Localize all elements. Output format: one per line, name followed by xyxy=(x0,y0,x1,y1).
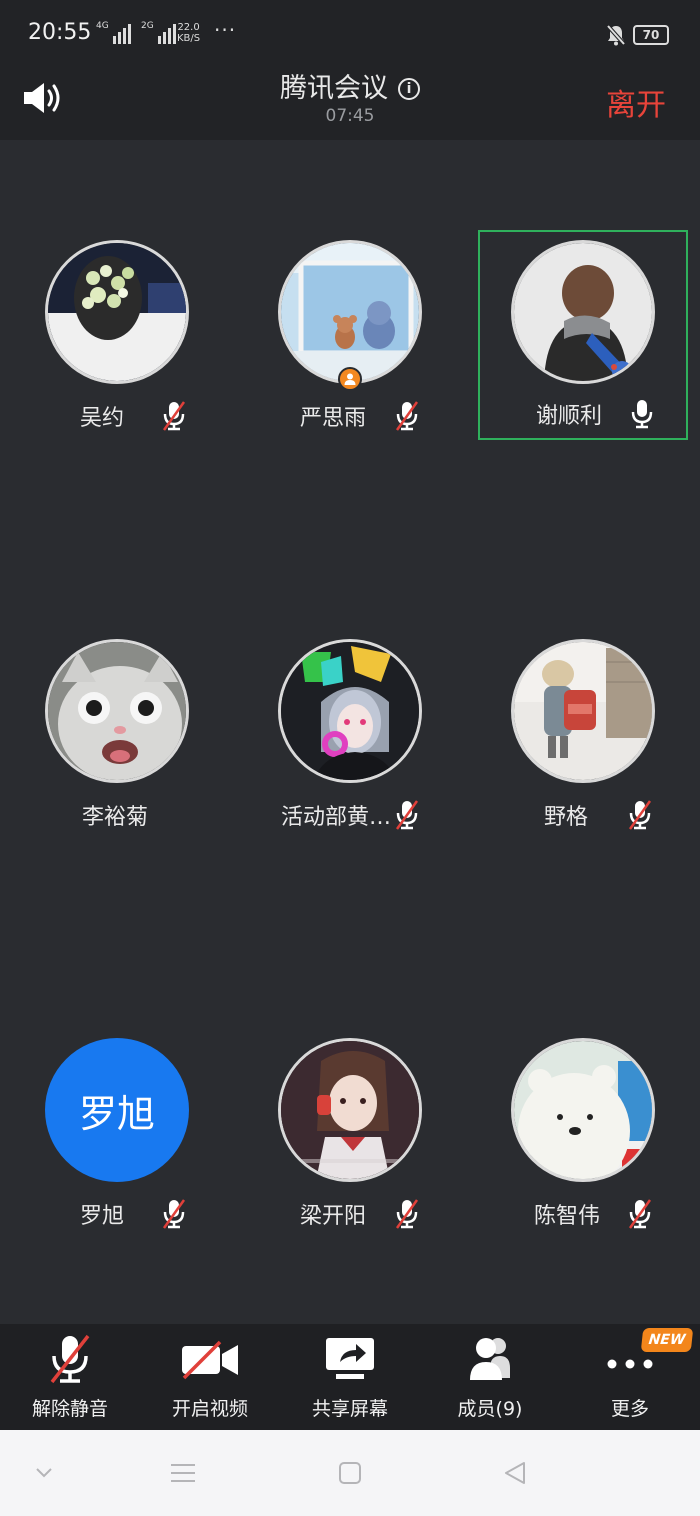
chevron-down-icon[interactable] xyxy=(34,1466,54,1480)
participant-name: 李裕菊 xyxy=(82,805,149,830)
participant-tile[interactable]: 严思雨 xyxy=(245,240,455,455)
mic-muted-icon xyxy=(628,800,652,830)
info-icon[interactable]: i xyxy=(398,78,420,100)
participant-name-row: 活动部黄… xyxy=(245,799,455,830)
leave-button[interactable]: 离开 xyxy=(606,80,666,124)
participant-name: 活动部黄… xyxy=(281,805,392,830)
start-video-button[interactable]: 开启视频 xyxy=(140,1324,280,1430)
participant-avatar xyxy=(511,639,655,783)
host-badge-icon xyxy=(338,367,362,391)
mic-muted-icon xyxy=(162,1199,186,1229)
signal-4g-icon: 4G xyxy=(96,22,131,44)
participant-avatar xyxy=(45,639,189,783)
members-button[interactable]: 成员(9) xyxy=(420,1324,560,1430)
participant-name-row: 罗旭 xyxy=(12,1198,222,1229)
share-screen-label: 共享屏幕 xyxy=(311,1398,388,1420)
mic-muted-icon xyxy=(50,1334,90,1384)
battery-indicator: 70 xyxy=(633,25,669,45)
participant-name-row: 梁开阳 xyxy=(245,1198,455,1229)
net-speed-unit: KB/S xyxy=(177,33,201,44)
system-navbar xyxy=(0,1430,700,1516)
menu-icon[interactable] xyxy=(170,1462,196,1484)
participant-name-row: 李裕菊 xyxy=(12,799,222,830)
participant-name: 野格 xyxy=(544,805,589,830)
participant-name-row: 谢顺利 xyxy=(480,398,686,429)
participant-tile[interactable]: 吴约 xyxy=(12,240,222,455)
home-icon[interactable] xyxy=(338,1461,362,1485)
status-more-dots: ··· xyxy=(214,18,237,42)
participant-name-row: 野格 xyxy=(478,799,688,830)
participant-tile[interactable]: 梁开阳 xyxy=(245,1038,455,1253)
participant-tile-active[interactable]: 谢顺利 xyxy=(478,230,688,440)
participant-tile[interactable]: 陈智伟 xyxy=(478,1038,688,1253)
participant-tile[interactable]: 罗旭 罗旭 xyxy=(12,1038,222,1253)
participant-avatar xyxy=(278,639,422,783)
mic-muted-icon xyxy=(395,1199,419,1229)
more-label: 更多 xyxy=(610,1398,649,1420)
share-screen-button[interactable]: 共享屏幕 xyxy=(280,1324,420,1430)
net-speed-value: 22.0 xyxy=(177,22,200,33)
participant-name-row: 吴约 xyxy=(12,400,222,431)
back-icon[interactable] xyxy=(502,1460,528,1486)
participant-avatar xyxy=(278,240,422,384)
start-video-label: 开启视频 xyxy=(171,1398,248,1420)
participant-avatar xyxy=(511,240,655,384)
meeting-title: 腾讯会议 i xyxy=(0,66,700,105)
participant-tile[interactable]: 活动部黄… xyxy=(245,639,455,854)
meeting-header: 腾讯会议 i 07:45 离开 xyxy=(0,66,700,140)
participant-tile[interactable]: 李裕菊 xyxy=(12,639,222,854)
meeting-elapsed-time: 07:45 xyxy=(325,106,375,126)
participant-avatar xyxy=(278,1038,422,1182)
members-label: 成员(9) xyxy=(457,1398,523,1420)
signal-2g-icon: 2G xyxy=(141,22,176,44)
participant-name: 谢顺利 xyxy=(536,404,603,429)
net-speed: 22.0 KB/S xyxy=(177,22,200,44)
participant-name: 吴约 xyxy=(80,406,125,431)
participant-name: 梁开阳 xyxy=(300,1204,367,1229)
unmute-label: 解除静音 xyxy=(31,1398,108,1420)
participant-grid: 吴约 严思雨 谢顺利 李裕菊 活动部黄… 野格 罗旭 罗旭 梁开阳 陈智伟 xyxy=(0,140,700,1324)
bell-off-icon xyxy=(606,24,626,46)
mic-muted-icon xyxy=(162,401,186,431)
unmute-button[interactable]: 解除静音 xyxy=(0,1324,140,1430)
participant-name-row: 严思雨 xyxy=(245,400,455,431)
meeting-toolbar: 解除静音 开启视频 共享屏幕 成员(9) 更多 xyxy=(0,1324,700,1430)
video-off-icon xyxy=(182,1340,238,1380)
status-time: 20:55 xyxy=(28,20,92,45)
participant-name: 罗旭 xyxy=(80,1204,125,1229)
share-screen-icon xyxy=(326,1338,374,1379)
participant-avatar-text: 罗旭 xyxy=(45,1038,189,1182)
status-bar: 20:55 4G 2G 22.0 KB/S ··· 70 xyxy=(0,0,700,66)
mic-muted-icon xyxy=(395,800,419,830)
participant-avatar xyxy=(45,240,189,384)
signal-2g-label: 2G xyxy=(141,21,154,31)
mic-muted-icon xyxy=(395,401,419,431)
participant-name: 陈智伟 xyxy=(534,1204,601,1229)
meeting-title-text: 腾讯会议 xyxy=(280,73,388,104)
members-icon xyxy=(470,1338,510,1380)
new-badge: NEW xyxy=(640,1328,694,1352)
signal-4g-label: 4G xyxy=(96,21,109,31)
participant-tile[interactable]: 野格 xyxy=(478,639,688,854)
participant-name: 严思雨 xyxy=(300,406,367,431)
mic-icon xyxy=(631,400,653,429)
mic-muted-icon xyxy=(628,1199,652,1229)
participant-avatar xyxy=(511,1038,655,1182)
participant-name-row: 陈智伟 xyxy=(478,1198,688,1229)
